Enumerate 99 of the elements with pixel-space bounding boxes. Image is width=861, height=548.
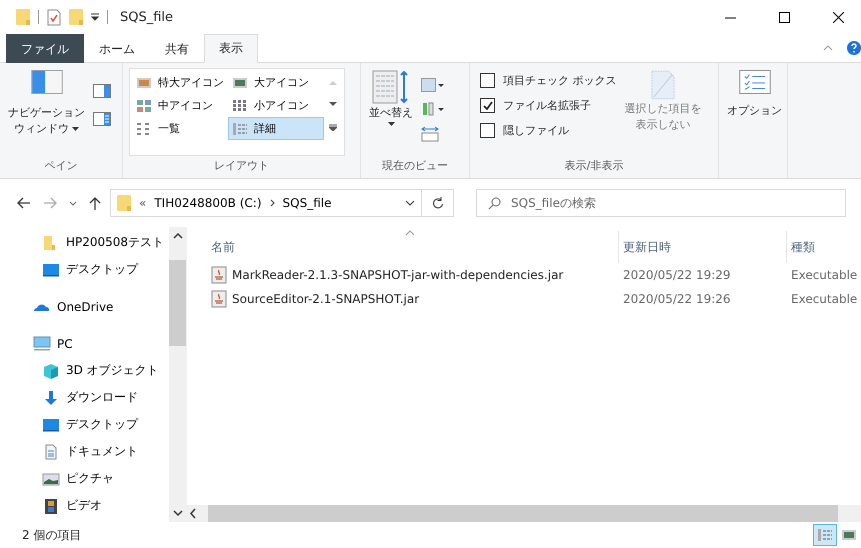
desktop-icon (42, 416, 60, 432)
checkbox[interactable] (480, 73, 495, 88)
details-pane-icon[interactable] (93, 112, 111, 126)
details-icon (817, 528, 833, 542)
file-type: Executable (790, 268, 858, 282)
window-title: SQS_file (120, 10, 174, 24)
column-header[interactable]: 名前 (207, 231, 619, 263)
picture-icon (232, 76, 248, 90)
nav-item[interactable]: ドキュメント (0, 438, 169, 465)
hide-selected-button[interactable]: 選択した項目を 表示しない (622, 68, 704, 156)
refresh-icon (432, 197, 444, 209)
nav-item[interactable]: OneDrive (0, 293, 169, 320)
group-by-icon[interactable] (421, 78, 445, 92)
navigation-pane-button[interactable]: ナビゲーション ウィンドウ (6, 68, 87, 156)
cube-icon (42, 362, 60, 378)
group-label: 表示/非表示 (564, 158, 624, 174)
nav-item[interactable]: ピクチャ (0, 465, 169, 492)
item-count: 2 個の項目 (22, 526, 82, 544)
layout-option[interactable]: 一覧 (132, 117, 228, 140)
ribbon-tab[interactable]: 共有 (150, 34, 204, 63)
layout-option[interactable]: 特大アイコン (132, 71, 228, 94)
nav-item[interactable]: ダウンロード (0, 384, 169, 411)
navigation-pane-icon (30, 70, 62, 94)
sort-icon (372, 70, 410, 104)
checkbox[interactable] (480, 98, 495, 113)
desktop-icon (42, 262, 60, 278)
scrollbar-thumb[interactable] (169, 260, 186, 346)
maximize-icon (778, 12, 790, 22)
dropdown-icon[interactable] (91, 13, 99, 21)
column-header[interactable]: 種類 (787, 231, 861, 263)
breadcrumb[interactable]: SQS_file (282, 196, 332, 210)
file-name[interactable]: MarkReader-2.1.3-SNAPSHOT-jar-with-dependencies.jar (207, 266, 619, 284)
options-icon (738, 70, 770, 94)
help-icon[interactable] (847, 41, 861, 55)
caret-icon (72, 126, 79, 131)
close-icon (832, 12, 844, 22)
grid-icon (136, 98, 152, 112)
modified-date: 2020/05/22 19:26 (622, 292, 732, 306)
picture-icon (136, 76, 152, 90)
forward-arrow-icon (43, 197, 57, 209)
search-icon (488, 197, 501, 210)
list-icon (136, 122, 152, 136)
details-view-button[interactable] (813, 524, 837, 546)
refresh-button[interactable] (422, 189, 454, 217)
nav-item[interactable]: PC (0, 330, 169, 357)
nav-item[interactable]: デスクトップ (0, 411, 169, 438)
nav-item[interactable]: デスクトップ (0, 256, 169, 283)
page-icon (651, 70, 675, 100)
options-button[interactable]: オプション (725, 68, 784, 178)
java-file-icon (211, 266, 227, 284)
search-field[interactable]: SQS_fileの検索 (476, 189, 846, 217)
up-arrow-icon (89, 196, 101, 210)
java-file-icon (211, 290, 227, 308)
layout-option[interactable]: 中アイコン (132, 94, 228, 117)
ribbon-tab[interactable]: ホーム (84, 34, 150, 63)
layout-option[interactable]: 詳細 (228, 117, 324, 140)
scrollbar-thumb[interactable] (208, 505, 838, 522)
chevron-icon[interactable] (270, 199, 275, 207)
properties-icon[interactable] (47, 8, 61, 26)
layout-option[interactable]: 小アイコン (228, 94, 324, 117)
breadcrumb[interactable]: TIH0248800B (C:) (154, 196, 262, 210)
details-icon (232, 122, 248, 136)
sort-button[interactable]: 並べ替え (367, 68, 415, 156)
file-menu-tab[interactable]: ファイル (6, 34, 84, 63)
nav-item[interactable]: HP200508テスト (0, 229, 169, 256)
dropdown-icon[interactable] (405, 200, 415, 206)
column-header[interactable]: 更新日時 (619, 231, 787, 263)
grid-icon (232, 98, 248, 112)
expand-icon[interactable] (329, 124, 337, 132)
modified-date: 2020/05/22 19:29 (622, 268, 732, 282)
scroll-down-icon[interactable] (329, 102, 337, 107)
folder-icon (117, 194, 131, 212)
file-type: Executable (790, 292, 858, 306)
group-label: ペイン (44, 158, 78, 174)
back-arrow-icon (17, 197, 31, 209)
checkbox-label: 項目チェック ボックス (503, 73, 616, 88)
preview-pane-icon[interactable] (93, 84, 111, 98)
overflow-icon[interactable]: « (139, 196, 146, 210)
address-bar[interactable]: « TIH0248800B (C:) SQS_file (110, 189, 422, 217)
chevron-down-icon (69, 200, 77, 206)
layout-option[interactable]: 大アイコン (228, 71, 324, 94)
checkbox-label: 隠しファイル (503, 123, 569, 138)
checkbox[interactable] (480, 123, 495, 138)
add-columns-icon[interactable] (421, 102, 445, 116)
group-label: レイアウト (213, 158, 270, 174)
fit-columns-icon[interactable] (421, 126, 439, 142)
nav-item[interactable]: ビデオ (0, 492, 169, 519)
ribbon-tab[interactable]: 表示 (204, 34, 258, 63)
collapse-ribbon-icon[interactable] (823, 45, 833, 51)
folder-icon (16, 8, 30, 26)
caret-icon (388, 122, 394, 126)
checkbox-label: ファイル名拡張子 (503, 98, 591, 113)
nav-item[interactable]: 3D オブジェクト (0, 357, 169, 384)
computer-icon (33, 336, 51, 352)
picture-icon (841, 528, 857, 542)
file-name[interactable]: SourceEditor-2.1-SNAPSHOT.jar (207, 290, 619, 308)
film-icon (42, 498, 60, 514)
group-label: 現在のビュー (381, 158, 449, 174)
picture-icon (42, 470, 60, 486)
